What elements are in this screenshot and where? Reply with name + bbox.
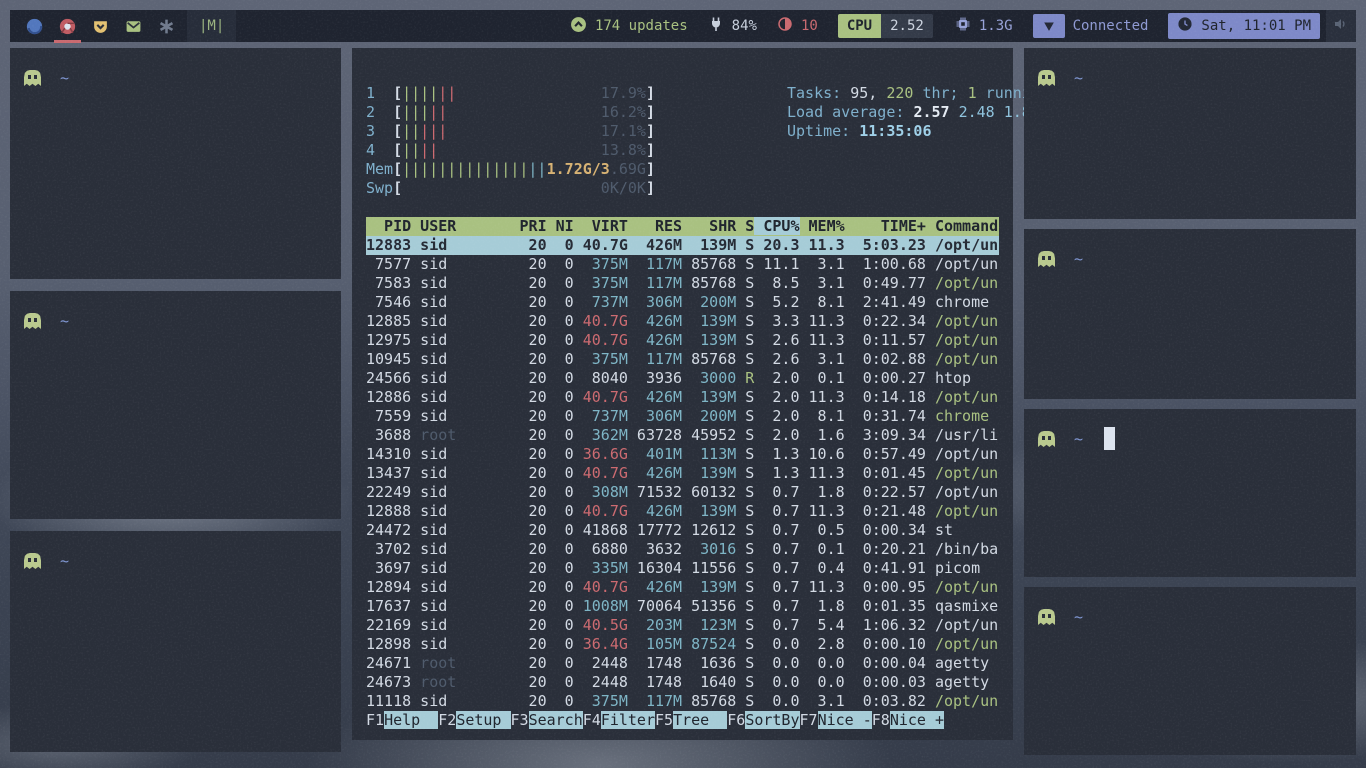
speaker-icon [1333, 16, 1349, 36]
process-row-selected[interactable]: 12883 sid 20 0 40.7G 426M 139M S 20.3 11… [366, 236, 999, 255]
desktop: |M| 174 updates 84% 10 CPU 2.52 1.3G [0, 0, 1366, 768]
asterisk-icon[interactable] [158, 18, 175, 35]
function-key-bar: F1Help F2Setup F3SearchF4FilterF5Tree F6… [366, 711, 999, 730]
process-row[interactable]: 13437 sid 20 0 40.7G 426M 139M S 1.3 11.… [366, 464, 999, 483]
fkey-f7[interactable]: F7Nice - [800, 711, 872, 729]
process-row[interactable]: 12894 sid 20 0 40.7G 426M 139M S 0.7 11.… [366, 578, 999, 597]
shell-prompt: ~ [1074, 430, 1083, 448]
process-row[interactable]: 22249 sid 20 0 308M 71532 60132 S 0.7 1.… [366, 483, 999, 502]
terminal-window-right-1[interactable]: ~ [1024, 48, 1356, 219]
process-row[interactable]: 12888 sid 20 0 40.7G 426M 139M S 0.7 11.… [366, 502, 999, 521]
process-row[interactable]: 11118 sid 20 0 375M 117M 85768 S 0.0 3.1… [366, 692, 999, 711]
process-row[interactable]: 14310 sid 20 0 36.6G 401M 113M S 1.3 10.… [366, 445, 999, 464]
load-average-line: Load average: 2.57 2.48 1.80 [787, 103, 1049, 122]
shell-prompt: ~ [1074, 608, 1083, 626]
ghost-prompt-icon [1038, 70, 1055, 86]
process-row[interactable]: 3688 root 20 0 362M 63728 45952 S 2.0 1.… [366, 426, 999, 445]
fkey-f3[interactable]: F3Search [511, 711, 583, 729]
shell-prompt: ~ [1074, 250, 1083, 268]
contrast-module: 10 [777, 16, 818, 36]
cpu-load-value: 2.52 [881, 14, 933, 38]
fkey-f4[interactable]: F4Filter [583, 711, 655, 729]
layout-indicator[interactable]: |M| [187, 10, 236, 42]
terminal-window-left-1[interactable]: ~ [10, 48, 341, 279]
battery-percent: 84% [732, 18, 757, 34]
memory-meter: Mem[||||||||||||||||1.72G/3.69G] [366, 160, 999, 179]
memory-usage: 1.3G [979, 18, 1013, 34]
updates-count: 174 updates [595, 18, 688, 34]
ghost-prompt-icon [24, 553, 41, 569]
shell-prompt: ~ [1074, 69, 1083, 87]
ghost-prompt-icon [1038, 251, 1055, 267]
process-row[interactable]: 24472 sid 20 0 41868 17772 12612 S 0.7 0… [366, 521, 999, 540]
pocket-icon[interactable] [92, 18, 109, 35]
active-indicator [54, 40, 81, 43]
updates-icon [570, 16, 587, 37]
cpu-meter-4: 4 [||||13.8%] [366, 141, 999, 160]
ghost-prompt-icon [24, 70, 41, 86]
clock-icon [1177, 16, 1193, 36]
wifi-icon [1033, 14, 1065, 38]
top-bar: |M| 174 updates 84% 10 CPU 2.52 1.3G [10, 10, 1356, 42]
contrast-icon [777, 16, 793, 36]
ghost-prompt-icon [1038, 431, 1055, 447]
cpu-module: CPU 2.52 [838, 14, 933, 38]
memory-module: 1.3G [955, 16, 1013, 36]
terminal-window-right-2[interactable]: ~ [1024, 229, 1356, 399]
clock-text: Sat, 11:01 PM [1201, 18, 1311, 34]
system-info: Tasks: 95, 220 thr; 1 runningLoad averag… [787, 84, 1049, 141]
shell-prompt: ~ [60, 312, 69, 330]
terminal-window-right-4[interactable]: ~ [1024, 587, 1356, 755]
process-row[interactable]: 24566 sid 20 0 8040 3936 3000 R 2.0 0.1 … [366, 369, 999, 388]
process-row[interactable]: 22169 sid 20 0 40.5G 203M 123M S 0.7 5.4… [366, 616, 999, 635]
fkey-f5[interactable]: F5Tree [655, 711, 727, 729]
chromium-icon[interactable] [59, 18, 76, 35]
terminal-window-right-3-focused[interactable]: ~ [1024, 409, 1356, 577]
process-row[interactable]: 24671 root 20 0 2448 1748 1636 S 0.0 0.0… [366, 654, 999, 673]
ram-chip-icon [955, 16, 971, 36]
updates-module[interactable]: 174 updates [570, 16, 688, 37]
terminal-window-left-3[interactable]: ~ [10, 531, 341, 752]
alerts-count: 10 [801, 18, 818, 34]
process-row[interactable]: 3697 sid 20 0 335M 16304 11556 S 0.7 0.4… [366, 559, 999, 578]
mail-icon[interactable] [125, 18, 142, 35]
process-row[interactable]: 10945 sid 20 0 375M 117M 85768 S 2.6 3.1… [366, 350, 999, 369]
terminal-window-left-2[interactable]: ~ [10, 291, 341, 519]
uptime-line: Uptime: 11:35:06 [787, 122, 1049, 141]
network-status: Connected [1073, 18, 1149, 34]
volume-tray[interactable] [1326, 10, 1356, 42]
process-row[interactable]: 7546 sid 20 0 737M 306M 200M S 5.2 8.1 2… [366, 293, 999, 312]
process-row[interactable]: 7583 sid 20 0 375M 117M 85768 S 8.5 3.1 … [366, 274, 999, 293]
table-header[interactable]: PID USER PRI NI VIRT RES SHR S CPU% MEM%… [366, 217, 999, 236]
process-row[interactable]: 12886 sid 20 0 40.7G 426M 139M S 2.0 11.… [366, 388, 999, 407]
clock-module[interactable]: Sat, 11:01 PM [1168, 13, 1320, 39]
process-row[interactable]: 7577 sid 20 0 375M 117M 85768 S 11.1 3.1… [366, 255, 999, 274]
process-row[interactable]: 24673 root 20 0 2448 1748 1640 S 0.0 0.0… [366, 673, 999, 692]
fkey-f6[interactable]: F6SortBy [727, 711, 799, 729]
network-module[interactable]: Connected [1033, 14, 1149, 38]
fkey-f2[interactable]: F2Setup [438, 711, 510, 729]
htop-window[interactable]: 1 [||||||17.9%]2 [|||||16.2%]3 [|||||17.… [352, 48, 1013, 740]
cpu-label: CPU [838, 14, 881, 38]
process-row[interactable]: 12898 sid 20 0 36.4G 105M 87524 S 0.0 2.… [366, 635, 999, 654]
fkey-f1[interactable]: F1Help [366, 711, 438, 729]
process-row[interactable]: 17637 sid 20 0 1008M 70064 51356 S 0.7 1… [366, 597, 999, 616]
ghost-prompt-icon [1038, 609, 1055, 625]
firefox-icon[interactable] [26, 18, 43, 35]
shell-prompt: ~ [60, 69, 69, 87]
terminal-cursor [1104, 427, 1115, 450]
process-row[interactable]: 3702 sid 20 0 6880 3632 3016 S 0.7 0.1 0… [366, 540, 999, 559]
process-row[interactable]: 12975 sid 20 0 40.7G 426M 139M S 2.6 11.… [366, 331, 999, 350]
battery-module: 84% [708, 16, 757, 36]
shell-prompt: ~ [60, 552, 69, 570]
process-row[interactable]: 12885 sid 20 0 40.7G 426M 139M S 3.3 11.… [366, 312, 999, 331]
process-table: PID USER PRI NI VIRT RES SHR S CPU% MEM%… [366, 217, 999, 711]
process-row[interactable]: 7559 sid 20 0 737M 306M 200M S 2.0 8.1 0… [366, 407, 999, 426]
power-plug-icon [708, 16, 724, 36]
ghost-prompt-icon [24, 313, 41, 329]
swap-meter: Swp[0K/0K] [366, 179, 999, 198]
fkey-f8[interactable]: F8Nice + [872, 711, 944, 729]
tasks-line: Tasks: 95, 220 thr; 1 running [787, 84, 1049, 103]
htop-header-area: 1 [||||||17.9%]2 [|||||16.2%]3 [|||||17.… [366, 84, 999, 198]
